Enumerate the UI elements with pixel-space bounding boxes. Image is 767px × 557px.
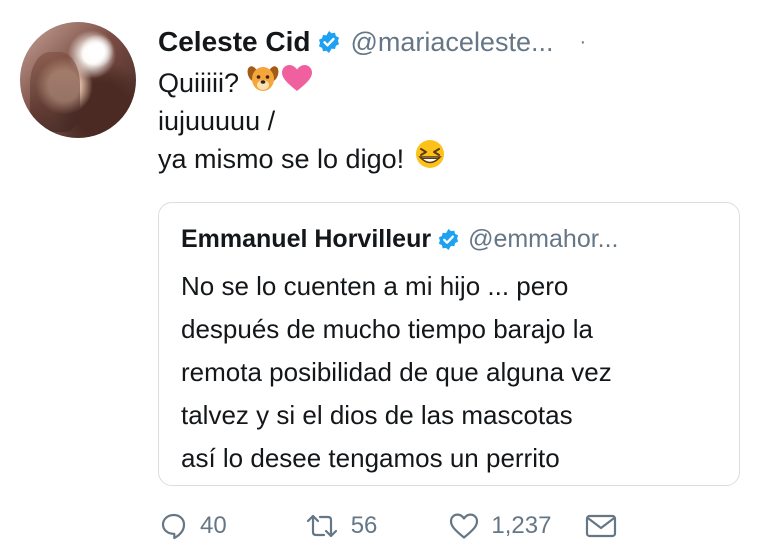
retweet-button[interactable]: 56 <box>305 512 378 540</box>
quoted-tweet[interactable]: Emmanuel Horvilleur @emmahor... No se lo… <box>158 202 740 486</box>
header-separator: · <box>579 30 587 53</box>
direct-message-button[interactable] <box>585 513 617 539</box>
quoted-tweet-line: No se lo cuenten a mi hijo ... pero <box>181 271 569 301</box>
retweet-count: 56 <box>350 512 378 539</box>
quoted-tweet-line: así lo desee tengamos un perrito <box>181 443 560 473</box>
avatar-sparkle <box>80 34 114 68</box>
tweet-line: Quiiiii? <box>158 64 446 102</box>
quoted-tweet-header: Emmanuel Horvilleur @emmahor... <box>181 225 619 254</box>
quoted-author-name[interactable]: Emmanuel Horvilleur <box>181 225 431 254</box>
quoted-tweet-line: después de mucho tiempo barajo la <box>181 314 593 344</box>
tweet-line: ya mismo se lo digo! <box>158 140 446 178</box>
grinning-squinting-face-icon <box>414 138 446 180</box>
tweet-line-text: Quiiiii? <box>158 68 240 98</box>
verified-badge-icon <box>317 30 341 54</box>
dog-face-icon <box>247 63 279 103</box>
reply-icon <box>161 513 186 540</box>
retweet-icon <box>306 514 337 538</box>
reply-button[interactable]: 40 <box>160 512 227 540</box>
tweet-text: Quiiiii? iujuuuuu / ya mismo se lo digo! <box>158 64 446 178</box>
tweet-header: Celeste Cid @mariaceleste... · <box>158 26 586 58</box>
author-avatar[interactable] <box>20 22 136 138</box>
author-name[interactable]: Celeste Cid <box>158 26 311 58</box>
tweet-line-text: iujuuuuu / <box>158 106 276 136</box>
tweet-actions: 40 56 1,237 <box>160 512 617 540</box>
quoted-tweet-text: No se lo cuenten a mi hijo ... pero desp… <box>181 265 726 480</box>
author-handle[interactable]: @mariaceleste... <box>351 27 554 58</box>
like-button[interactable]: 1,237 <box>449 512 551 540</box>
quoted-tweet-line: remota posibilidad de que alguna vez <box>181 357 612 387</box>
heart-icon <box>450 513 479 539</box>
like-count: 1,237 <box>491 512 552 539</box>
tweet-line: iujuuuuu / <box>158 102 446 140</box>
reply-count: 40 <box>200 512 227 539</box>
avatar-hair <box>30 52 80 132</box>
pink-heart-icon <box>281 64 313 102</box>
quoted-author-handle[interactable]: @emmahor... <box>468 225 618 254</box>
tweet-line-text: ya mismo se lo digo! <box>158 144 405 174</box>
verified-badge-icon <box>437 228 460 251</box>
quoted-tweet-line: talvez y si el dios de las mascotas <box>181 400 573 430</box>
envelope-icon <box>586 514 617 538</box>
